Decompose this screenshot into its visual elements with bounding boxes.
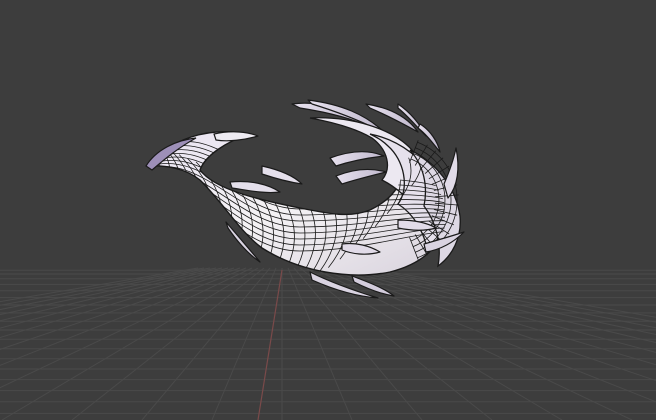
tail-mesh[interactable] (139, 116, 461, 289)
floor-grid (0, 267, 656, 420)
viewport-canvas[interactable] (0, 0, 656, 420)
3d-viewport[interactable] (0, 0, 656, 420)
x-axis-line (257, 269, 283, 420)
